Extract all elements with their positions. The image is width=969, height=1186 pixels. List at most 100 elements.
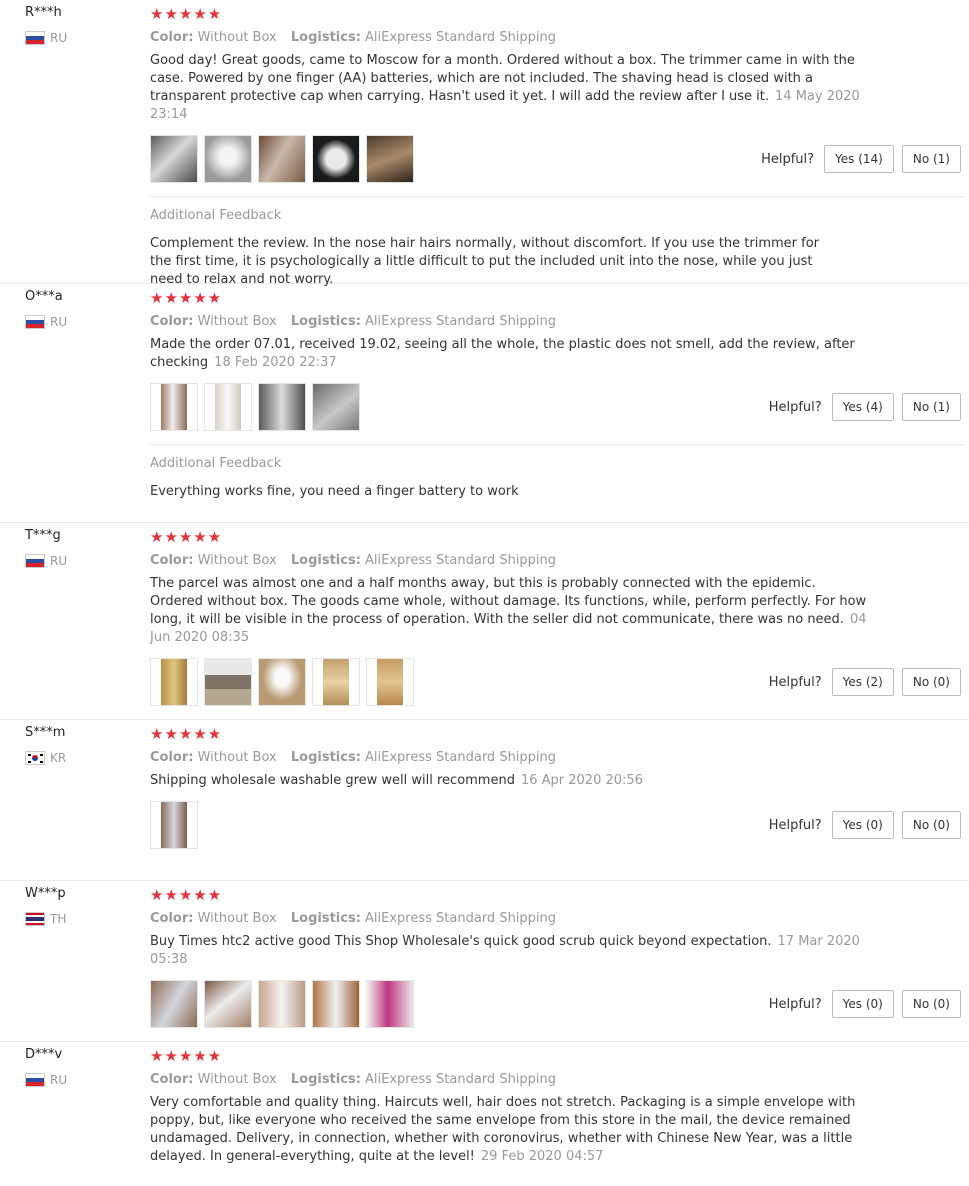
- review-text: Shipping wholesale washable grew well wi…: [150, 772, 870, 790]
- review-photo[interactable]: [366, 980, 414, 1028]
- helpful-no-button[interactable]: No (0): [901, 811, 961, 839]
- color-value: Without Box: [197, 553, 277, 568]
- review-photo[interactable]: [312, 383, 360, 431]
- review-body: Buy Times htc2 active good This Shop Who…: [150, 934, 772, 949]
- helpful-label: Helpful?: [768, 817, 822, 833]
- helpful-voting: Helpful? Yes (0) No (0): [769, 811, 961, 839]
- reviewer-country: RU: [25, 1073, 67, 1087]
- reviewer-country: RU: [25, 554, 67, 568]
- review-photo[interactable]: [312, 658, 360, 706]
- reviewer-name: O***a: [25, 289, 63, 304]
- logistics-label: Logistics:: [290, 911, 361, 926]
- review-date: 29 Feb 2020 04:57: [480, 1149, 604, 1164]
- helpful-no-button[interactable]: No (1): [901, 393, 961, 421]
- helpful-label: Helpful?: [768, 674, 822, 690]
- review-body: Good day! Great goods, came to Moscow fo…: [150, 53, 855, 104]
- review-photo[interactable]: [204, 980, 252, 1028]
- star-rating: ★★★★★: [150, 289, 223, 307]
- country-code: TH: [50, 912, 67, 926]
- review-photo[interactable]: [258, 658, 306, 706]
- helpful-voting: Helpful? Yes (4) No (1): [769, 393, 961, 421]
- review-photo[interactable]: [366, 135, 414, 183]
- review-item: S***m KR ★★★★★ Color: Without Box Logist…: [0, 720, 969, 881]
- helpful-yes-button[interactable]: Yes (4): [831, 393, 894, 421]
- reviewer-country: KR: [25, 751, 66, 765]
- helpful-voting: Helpful? Yes (2) No (0): [769, 668, 961, 696]
- flag-ru-icon: [25, 1073, 45, 1087]
- review-content: ★★★★★ Color: Without Box Logistics: AliE…: [150, 0, 965, 299]
- photos-row: Helpful? Yes (14) No (1): [150, 134, 965, 184]
- color-label: Color:: [150, 30, 194, 45]
- helpful-label: Helpful?: [768, 996, 822, 1012]
- photos-row: Helpful? Yes (2) No (0): [150, 657, 965, 707]
- review-photo[interactable]: [258, 383, 306, 431]
- reviewer-name: R***h: [25, 5, 62, 20]
- country-code: RU: [50, 1073, 68, 1087]
- country-code: RU: [50, 31, 68, 45]
- review-photo[interactable]: [204, 135, 252, 183]
- review-photo[interactable]: [150, 383, 198, 431]
- review-photo[interactable]: [258, 980, 306, 1028]
- reviewer-name: W***p: [25, 886, 66, 901]
- review-photo[interactable]: [312, 980, 360, 1028]
- review-text: Very comfortable and quality thing. Hair…: [150, 1094, 870, 1166]
- color-label: Color:: [150, 911, 194, 926]
- review-item: O***a RU ★★★★★ Color: Without Box Logist…: [0, 284, 969, 523]
- review-photo[interactable]: [312, 135, 360, 183]
- logistics-value: AliExpress Standard Shipping: [365, 1072, 557, 1087]
- review-attributes: Color: Without Box Logistics: AliExpress…: [150, 911, 965, 927]
- reviewer-info: O***a RU: [25, 289, 67, 329]
- reviewer-info: R***h RU: [25, 5, 67, 45]
- additional-feedback: Additional Feedback Everything works fin…: [150, 444, 965, 511]
- review-photo[interactable]: [258, 135, 306, 183]
- review-photo[interactable]: [150, 658, 198, 706]
- review-photo[interactable]: [150, 980, 198, 1028]
- review-content: ★★★★★ Color: Without Box Logistics: AliE…: [150, 881, 965, 1029]
- logistics-value: AliExpress Standard Shipping: [365, 553, 557, 568]
- helpful-yes-button[interactable]: Yes (0): [831, 811, 894, 839]
- helpful-no-button[interactable]: No (1): [901, 145, 961, 173]
- color-label: Color:: [150, 314, 194, 329]
- star-rating: ★★★★★: [150, 725, 223, 743]
- review-photos: [150, 980, 414, 1028]
- helpful-voting: Helpful? Yes (14) No (1): [761, 145, 961, 173]
- review-photo[interactable]: [150, 135, 198, 183]
- helpful-yes-button[interactable]: Yes (14): [824, 145, 894, 173]
- star-rating: ★★★★★: [150, 528, 223, 546]
- review-content: ★★★★★ Color: Without Box Logistics: AliE…: [150, 284, 965, 511]
- review-text: Buy Times htc2 active good This Shop Who…: [150, 933, 870, 969]
- country-code: KR: [50, 751, 67, 765]
- logistics-label: Logistics:: [290, 1072, 361, 1087]
- additional-feedback-title: Additional Feedback: [150, 208, 282, 223]
- review-date: 18 Feb 2020 22:37: [214, 355, 337, 370]
- photos-row: Helpful? Yes (0) No (0): [150, 979, 965, 1029]
- reviewer-info: W***p TH: [25, 886, 66, 926]
- color-value: Without Box: [197, 750, 277, 765]
- review-photo[interactable]: [204, 383, 252, 431]
- review-date: 16 Apr 2020 20:56: [520, 773, 643, 788]
- review-photo[interactable]: [204, 658, 252, 706]
- helpful-no-button[interactable]: No (0): [901, 668, 961, 696]
- star-rating: ★★★★★: [150, 5, 223, 23]
- photos-row: Helpful? Yes (0) No (0): [150, 800, 965, 850]
- reviewer-name: T***g: [25, 528, 61, 543]
- additional-feedback-text: Complement the review. In the nose hair …: [150, 236, 820, 287]
- reviewer-country: TH: [25, 912, 66, 926]
- country-code: RU: [50, 315, 68, 329]
- star-rating: ★★★★★: [150, 886, 223, 904]
- helpful-yes-button[interactable]: Yes (2): [831, 668, 894, 696]
- color-label: Color:: [150, 750, 194, 765]
- helpful-yes-button[interactable]: Yes (0): [831, 990, 894, 1018]
- color-value: Without Box: [197, 1072, 277, 1087]
- review-photos: [150, 801, 198, 849]
- logistics-value: AliExpress Standard Shipping: [365, 314, 557, 329]
- helpful-no-button[interactable]: No (0): [901, 990, 961, 1018]
- additional-feedback-text: Everything works fine, you need a finger…: [150, 484, 519, 499]
- reviewer-name: D***v: [25, 1047, 63, 1062]
- review-item: R***h RU ★★★★★ Color: Without Box Logist…: [0, 0, 969, 287]
- review-photo[interactable]: [366, 658, 414, 706]
- review-photos: [150, 135, 414, 183]
- review-photo[interactable]: [150, 801, 198, 849]
- logistics-value: AliExpress Standard Shipping: [365, 750, 557, 765]
- color-value: Without Box: [197, 314, 277, 329]
